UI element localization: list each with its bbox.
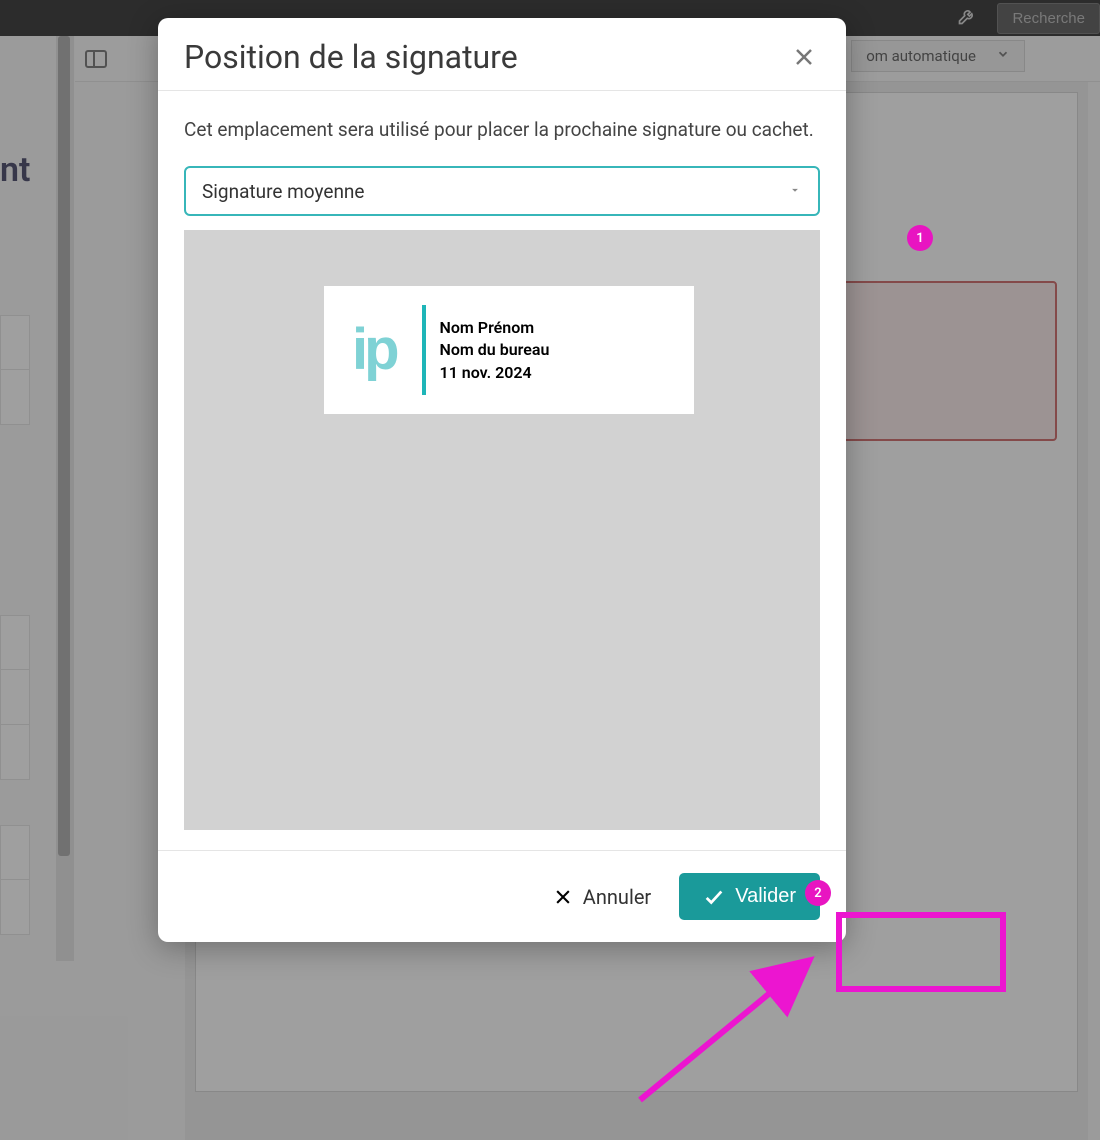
signature-stamp[interactable]: ip Nom Prénom Nom du bureau 11 nov. 2024 [324, 286, 694, 414]
check-icon [703, 886, 725, 908]
logo-ip: ip [352, 321, 396, 379]
close-button[interactable] [788, 41, 820, 73]
close-icon [792, 45, 816, 69]
validate-button[interactable]: Valider [679, 873, 820, 920]
stamp-text: Nom Prénom Nom du bureau 11 nov. 2024 [440, 317, 550, 384]
stamp-office: Nom du bureau [440, 339, 550, 361]
signature-position-modal: Position de la signature Cet emplacement… [158, 18, 846, 942]
stamp-name: Nom Prénom [440, 317, 550, 339]
close-icon [553, 887, 573, 907]
cancel-button[interactable]: Annuler [553, 885, 651, 909]
signature-preview-area[interactable]: ip Nom Prénom Nom du bureau 11 nov. 2024 [184, 230, 820, 830]
modal-footer: Annuler Valider [158, 850, 846, 942]
stamp-date: 11 nov. 2024 [440, 362, 550, 384]
modal-description: Cet emplacement sera utilisé pour placer… [184, 115, 820, 144]
select-value: Signature moyenne [202, 180, 365, 203]
annotation-callout-1: 1 [907, 225, 933, 251]
modal-title: Position de la signature [184, 38, 518, 76]
stamp-separator [422, 305, 426, 395]
signature-size-select[interactable]: Signature moyenne [184, 166, 820, 216]
modal-header: Position de la signature [158, 18, 846, 90]
modal-body: Cet emplacement sera utilisé pour placer… [158, 91, 846, 850]
chevron-down-icon [788, 182, 802, 201]
annotation-highlight [836, 912, 1006, 992]
cancel-label: Annuler [583, 885, 651, 909]
annotation-callout-2: 2 [805, 880, 831, 906]
validate-label: Valider [735, 885, 796, 908]
